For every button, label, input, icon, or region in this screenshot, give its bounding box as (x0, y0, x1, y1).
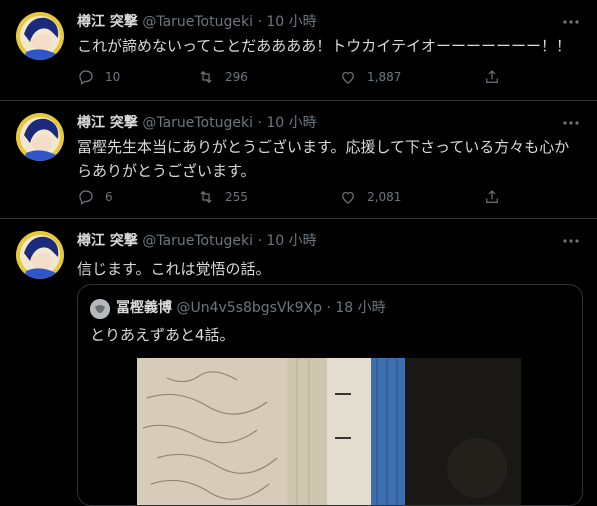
timestamp[interactable]: 10 小時 (266, 115, 316, 131)
tweet-text: 冨樫先生本当にありがとうございます。応援して下さっている方々も心か らありがとう… (77, 135, 577, 183)
heart-icon (342, 72, 354, 84)
more-horizontal-icon[interactable] (559, 115, 583, 135)
share-icon (486, 70, 498, 83)
heart-icon (342, 192, 354, 204)
avatar[interactable] (16, 231, 64, 279)
tweet-text-line: 冨樫先生本当にありがとうございます。応援して下さっている方々も心か (77, 138, 570, 156)
like-button[interactable]: 2,081 (339, 187, 401, 207)
reply-count: 6 (105, 190, 113, 204)
retweet-count: 296 (225, 70, 248, 84)
retweet-button[interactable]: 296 (197, 67, 248, 87)
quoted-tweet[interactable]: 冨樫義博 @Un4v5s8bgsVk9Xp · 18 小時 とりあえずあと4話。 (77, 284, 583, 506)
reply-button[interactable]: 10 (77, 67, 120, 87)
tweet[interactable]: 樽江 突撃 @TarueTotugeki · 10 小時 冨樫先生本当にありがと… (0, 101, 597, 218)
retweet-count: 255 (225, 190, 248, 204)
tweet-text-line: らありがとうございます。 (77, 162, 256, 180)
separator-dot: · (257, 115, 262, 131)
tweet-text: これが諦めないってことだああああ！トウカイテイオーーーーーーー！！ (77, 37, 571, 55)
tweet-actions: 6 255 2,081 (77, 187, 507, 207)
quoted-user-handle[interactable]: @Un4v5s8bgsVk9Xp (176, 300, 322, 316)
display-name[interactable]: 樽江 突撃 (77, 14, 138, 30)
quoted-timestamp[interactable]: 18 小時 (335, 300, 385, 316)
like-count: 2,081 (367, 190, 402, 204)
like-button[interactable]: 1,887 (339, 67, 401, 87)
display-name[interactable]: 樽江 突撃 (77, 233, 138, 249)
avatar[interactable] (16, 12, 64, 60)
retweet-button[interactable]: 255 (197, 187, 248, 207)
quoted-display-name[interactable]: 冨樫義博 (116, 300, 172, 316)
tweet-actions: 10 296 1,887 (77, 67, 507, 87)
quoted-media-photo[interactable] (137, 358, 521, 505)
reply-icon (79, 70, 93, 85)
reply-icon (79, 190, 93, 205)
separator-dot: · (257, 233, 262, 249)
quoted-avatar[interactable] (90, 299, 110, 319)
like-count: 1,887 (367, 70, 402, 84)
retweet-icon (200, 70, 212, 84)
reply-count: 10 (105, 70, 121, 84)
share-button[interactable] (483, 187, 511, 207)
tweet-text: 信じます。これは覚悟の話。 (77, 260, 271, 278)
timestamp[interactable]: 10 小時 (266, 14, 316, 30)
avatar[interactable] (16, 113, 64, 161)
more-horizontal-icon[interactable] (559, 233, 583, 253)
share-button[interactable] (483, 67, 511, 87)
user-handle[interactable]: @TarueTotugeki (142, 14, 253, 30)
quoted-tweet-text: とりあえずあと4話。 (90, 326, 235, 344)
user-handle[interactable]: @TarueTotugeki (142, 233, 253, 249)
user-handle[interactable]: @TarueTotugeki (142, 115, 253, 131)
timestamp[interactable]: 10 小時 (266, 233, 316, 249)
separator-dot: · (326, 300, 331, 316)
reply-button[interactable]: 6 (77, 187, 113, 207)
display-name[interactable]: 樽江 突撃 (77, 115, 138, 131)
retweet-icon (200, 190, 212, 204)
more-horizontal-icon[interactable] (559, 14, 583, 34)
separator-dot: · (257, 14, 262, 30)
tweet[interactable]: 樽江 突撃 @TarueTotugeki · 10 小時 これが諦めないってこと… (0, 0, 597, 100)
share-icon (486, 190, 498, 203)
